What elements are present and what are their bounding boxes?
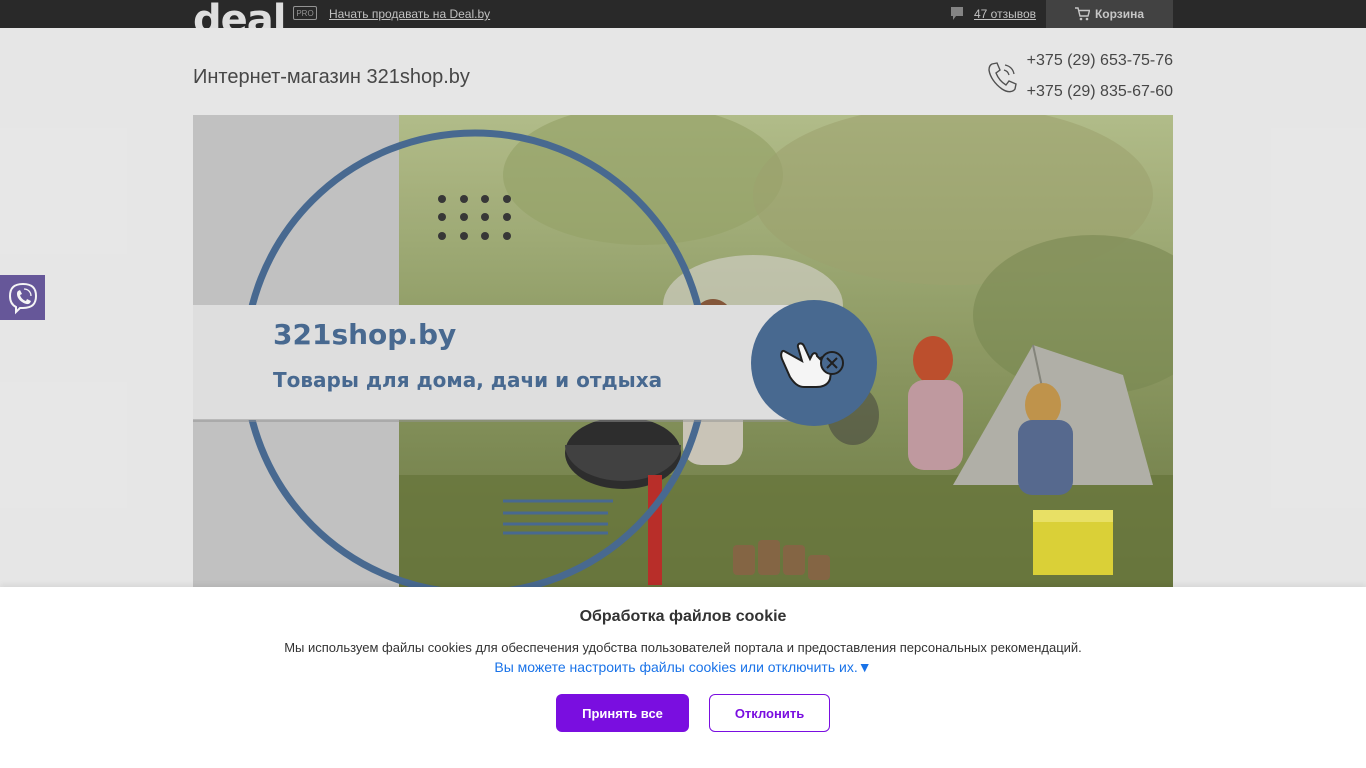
banner-brand: 321shop.by [273, 318, 457, 351]
cart-icon [1074, 7, 1090, 21]
accept-all-button[interactable]: Принять все [556, 694, 689, 732]
cookie-settings-link[interactable]: Вы можете настроить файлы cookies или от… [0, 659, 1366, 675]
viber-button[interactable] [0, 275, 45, 320]
viber-icon [8, 282, 37, 314]
phone-icon [988, 62, 1017, 93]
shop-title: Интернет-магазин 321shop.by [193, 66, 470, 88]
pro-badge: PRO [293, 6, 317, 20]
cart-label: Корзина [1094, 7, 1145, 21]
cookie-title: Обработка файлов cookie [579, 608, 787, 625]
deal-logo[interactable]: deal [193, 0, 285, 28]
phone-number[interactable]: +375 (29) 835-67-60 [1027, 83, 1173, 101]
reviews-link[interactable]: 47 отзывов [950, 6, 1036, 22]
top-bar: deal PRO Начать продавать на Deal.by 47 … [0, 0, 1366, 28]
banner-tagline: Товары для дома, дачи и отдыха [273, 368, 663, 392]
comment-icon [951, 7, 963, 20]
cart-button[interactable]: Корзина [1046, 0, 1173, 28]
hand-cursor-icon [780, 342, 844, 388]
start-selling-link[interactable]: Начать продавать на Deal.by [329, 7, 490, 21]
decline-button[interactable]: Отклонить [709, 694, 830, 732]
cookie-text: Мы используем файлы cookies для обеспече… [284, 640, 1082, 655]
store-banner[interactable]: 321shop.by Товары для дома, дачи и отдых… [193, 115, 1173, 587]
reviews-count: 47 отзывов [974, 7, 1037, 21]
cookie-banner: Обработка файлов cookie Мы используем фа… [0, 587, 1366, 768]
phone-number[interactable]: +375 (29) 653-75-76 [1027, 52, 1173, 70]
